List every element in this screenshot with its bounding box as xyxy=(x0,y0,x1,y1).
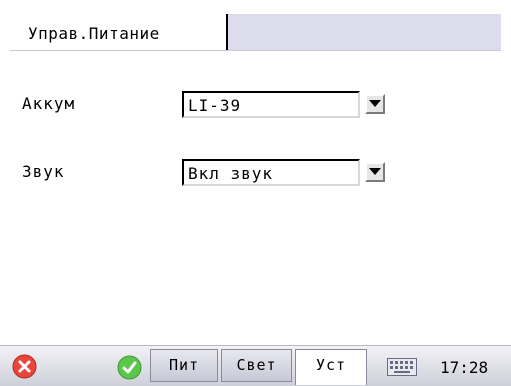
tab-pit[interactable]: Пит xyxy=(150,349,218,382)
battery-select-value: LI-39 xyxy=(188,96,242,115)
tab-label: Управ.Питание xyxy=(28,24,160,43)
header: Управ.Питание xyxy=(0,0,511,68)
sound-select[interactable]: Вкл звук xyxy=(182,159,360,186)
sound-select-value: Вкл звук xyxy=(188,164,274,183)
battery-label: Аккум xyxy=(22,94,76,113)
clock: 17:28 xyxy=(440,358,489,377)
tab-svet[interactable]: Свет xyxy=(221,349,292,382)
battery-select[interactable]: LI-39 xyxy=(182,91,360,118)
taskbar: Пит Свет Уст 17:28 xyxy=(0,345,511,386)
keyboard-icon[interactable] xyxy=(387,358,417,376)
close-icon[interactable] xyxy=(12,354,37,379)
ok-icon[interactable] xyxy=(117,355,142,380)
battery-dropdown-button[interactable] xyxy=(365,94,385,114)
tab-ust[interactable]: Уст xyxy=(295,349,367,385)
sound-label: Звук xyxy=(22,162,65,181)
sound-dropdown-button[interactable] xyxy=(365,162,385,182)
chevron-down-icon xyxy=(369,100,381,107)
chevron-down-icon xyxy=(369,168,381,175)
